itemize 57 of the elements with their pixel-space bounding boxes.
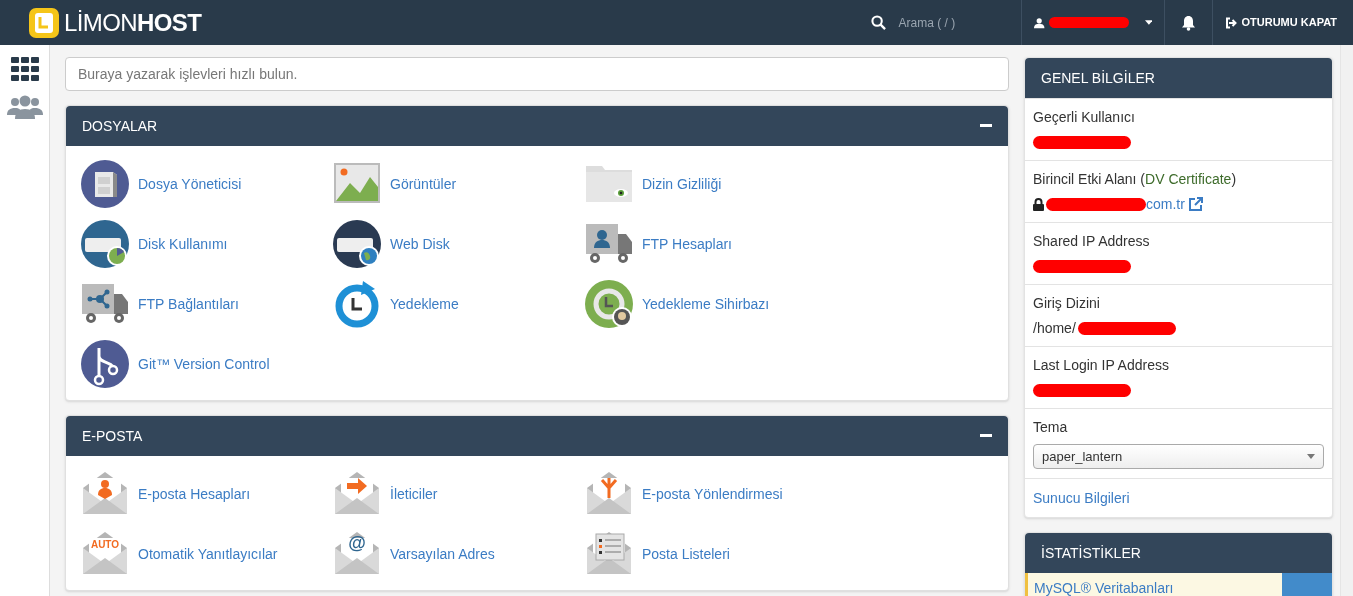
feature-link[interactable]: E-posta Yönlendirmesi: [642, 483, 783, 505]
clock-icon[interactable]: [585, 280, 633, 328]
section-header[interactable]: DOSYALAR: [66, 106, 1008, 146]
certificate-link[interactable]: DV Certificate: [1145, 171, 1232, 187]
server-info-link[interactable]: Sunucu Bilgileri: [1033, 490, 1130, 506]
feature-link[interactable]: Görüntüler: [390, 173, 457, 195]
feature-link[interactable]: Otomatik Yanıtlayıcılar: [138, 543, 278, 565]
logout-icon: [1225, 16, 1238, 29]
logo-icon: [28, 6, 60, 39]
feature-link[interactable]: FTP Hesapları: [642, 233, 732, 255]
feature-link[interactable]: Posta Listeleri: [642, 543, 730, 565]
statistic-bar: [1282, 573, 1332, 596]
feature-link[interactable]: Disk Kullanımı: [138, 233, 228, 255]
server-icon[interactable]: [81, 220, 129, 268]
statistic-link[interactable]: MySQL® Veritabanları: [1028, 573, 1282, 596]
caret-icon: [1307, 454, 1315, 459]
section-title: E-POSTA: [82, 426, 143, 446]
info-label: Tema: [1033, 418, 1069, 437]
logo-text: LİMONHOST: [64, 7, 202, 38]
feature-link[interactable]: Yedekleme Sihirbazı: [642, 293, 770, 315]
clock-arrow-icon[interactable]: [333, 280, 381, 328]
info-label: Geçerli Kullanıcı: [1033, 108, 1136, 127]
feature-link[interactable]: Varsayılan Adres: [390, 543, 495, 565]
feature-link[interactable]: Web Disk: [390, 233, 450, 255]
caret-icon: [1144, 20, 1153, 25]
external-link-icon[interactable]: [1188, 197, 1203, 211]
info-value: /home/: [1033, 318, 1076, 338]
panel-title: GENEL BİLGİLER: [1025, 58, 1332, 98]
feature-link[interactable]: İleticiler: [390, 483, 438, 505]
auto-label: AUTO: [89, 540, 121, 550]
server-icon[interactable]: [333, 220, 381, 268]
branch-icon[interactable]: [81, 340, 129, 388]
feature-link[interactable]: Dizin Gizliliği: [642, 173, 722, 195]
feature-link[interactable]: Git™ Version Control: [138, 353, 270, 375]
theme-select[interactable]: paper_lantern: [1033, 444, 1324, 469]
user-icon: [1034, 16, 1045, 29]
users-icon[interactable]: [6, 95, 43, 119]
info-label: Giriş Dizini: [1033, 294, 1101, 313]
lock-icon: [1033, 197, 1044, 211]
info-label: Birincil Etki Alanı (DV Certificate): [1033, 170, 1238, 189]
feature-link[interactable]: FTP Bağlantıları: [138, 293, 239, 315]
feature-link[interactable]: E-posta Hesapları: [138, 483, 251, 505]
at-sign-label: @: [347, 534, 367, 552]
section-header[interactable]: E-POSTA: [66, 416, 1008, 456]
feature-link[interactable]: Dosya Yöneticisi: [138, 173, 242, 195]
cabinet-icon[interactable]: [81, 160, 129, 208]
grid-icon[interactable]: [10, 57, 39, 81]
domain-link[interactable]: com.tr: [1146, 193, 1185, 215]
section-title: DOSYALAR: [82, 116, 158, 136]
panel-title: İSTATİSTİKLER: [1025, 533, 1332, 573]
feature-link[interactable]: Yedekleme: [390, 293, 459, 315]
search-field[interactable]: Arama ( / ): [898, 13, 999, 32]
search-icon: [871, 15, 887, 30]
quick-search-field[interactable]: Buraya yazarak işlevleri hızlı bulun.: [65, 57, 1009, 91]
info-label: Shared IP Address: [1033, 232, 1151, 251]
info-label: Last Login IP Address: [1033, 356, 1170, 375]
bell-icon[interactable]: [1181, 14, 1197, 31]
